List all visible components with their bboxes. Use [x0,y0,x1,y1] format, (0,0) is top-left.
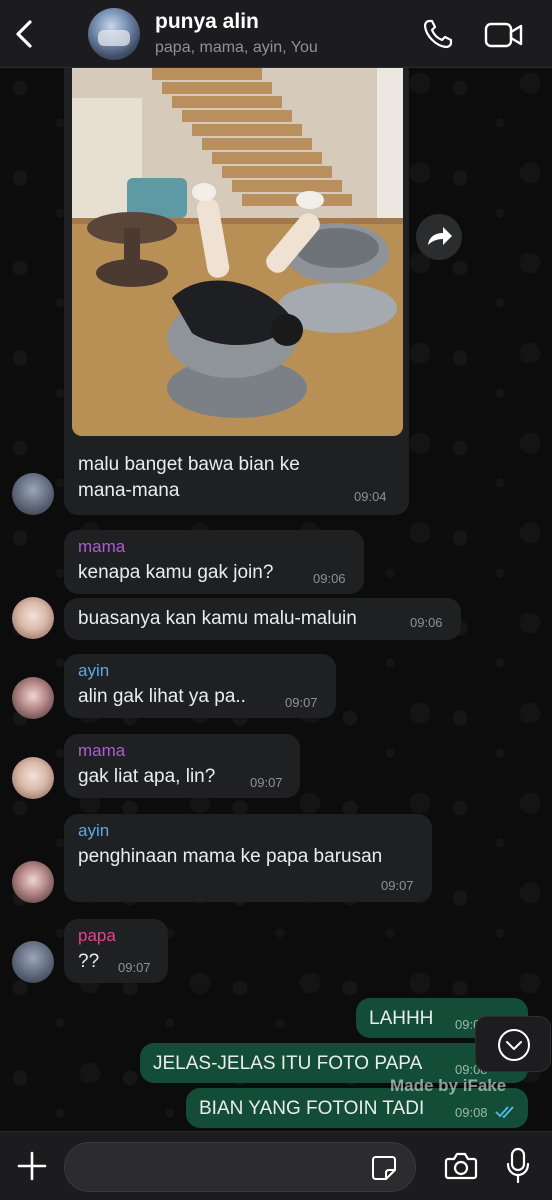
chat-header: punya alin papa, mama, ayin, You [0,0,552,68]
message-input[interactable] [64,1142,416,1192]
message-time: 09:07 [285,695,318,710]
microphone-icon[interactable] [505,1147,531,1185]
message-text: gak liat apa, lin? [78,766,216,787]
plus-icon[interactable] [16,1150,48,1182]
chat-participants[interactable]: papa, mama, ayin, You [155,39,318,57]
group-avatar[interactable] [88,8,140,60]
message-text: BIAN YANG FOTOIN TADI [199,1098,425,1119]
sticker-icon[interactable] [370,1154,398,1182]
message-text: penghinaan mama ke papa barusan [78,846,383,867]
message-text: alin gak lihat ya pa.. [78,686,246,707]
sender-name: mama [78,741,126,760]
composer-bar [0,1131,552,1200]
message-time: 09:06 [313,571,346,586]
message-text: ?? [78,951,100,972]
avatar[interactable] [12,757,54,799]
message-time: 09:06 [410,615,443,630]
message-time: 09:08 [455,1105,488,1120]
message-bubble[interactable]: buasanya kan kamu malu-maluin 09:06 [64,598,461,640]
message-bubble[interactable]: papa ?? 09:07 [64,919,168,983]
message-time: 09:07 [250,775,283,790]
chat-title[interactable]: punya alin [155,10,259,34]
avatar[interactable] [12,941,54,983]
sender-name: mama [78,537,126,556]
avatar[interactable] [12,861,54,903]
scroll-down-button[interactable] [475,1016,551,1072]
message-bubble[interactable]: mama gak liat apa, lin? 09:07 [64,734,300,798]
message-time: 09:07 [118,960,151,975]
read-ticks-icon [495,1105,517,1119]
message-text: kenapa kamu gak join? [78,562,274,583]
message-text: LAHHH [369,1008,434,1029]
message-text: JELAS-JELAS ITU FOTO PAPA [153,1053,423,1074]
message-text: mana-mana [78,480,180,501]
message-text: malu banget bawa bian ke [78,454,300,475]
chevron-left-icon[interactable] [10,16,38,52]
watermark-text: Made by iFake [390,1076,507,1095]
message-bubble[interactable]: mama kenapa kamu gak join? 09:06 [64,530,364,594]
sender-name: papa [78,926,116,945]
sender-name: ayin [78,821,110,840]
message-text: buasanya kan kamu malu-maluin [78,608,357,629]
message-time: 09:07 [381,878,414,893]
sender-name: ayin [78,661,110,680]
forward-arrow-icon[interactable] [416,214,462,260]
avatar[interactable] [12,473,54,515]
phone-icon[interactable] [422,18,454,50]
camera-icon[interactable] [444,1150,478,1182]
message-bubble[interactable]: ayin penghinaan mama ke papa barusan 09:… [64,814,432,902]
video-camera-icon[interactable] [484,20,524,50]
avatar[interactable] [12,677,54,719]
message-bubble[interactable]: ayin alin gak lihat ya pa.. 09:07 [64,654,336,718]
message-time: 09:04 [354,489,387,504]
chat-area[interactable]: malu banget bawa bian ke mana-mana 09:04… [0,68,552,1131]
shared-photo[interactable] [72,68,403,436]
avatar[interactable] [12,597,54,639]
